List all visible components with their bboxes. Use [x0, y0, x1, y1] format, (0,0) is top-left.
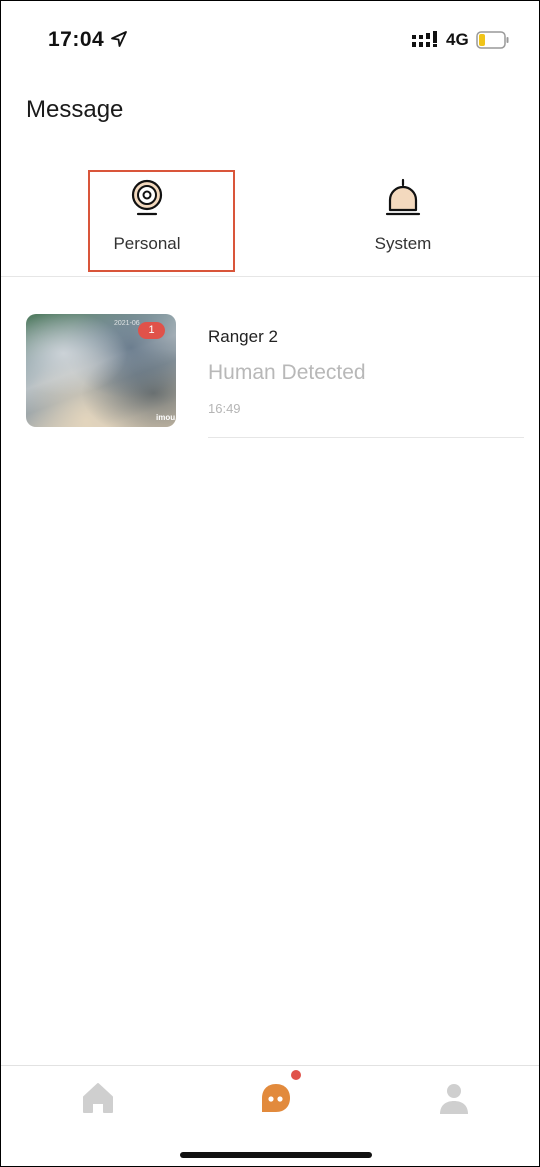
page-title: Message — [26, 96, 124, 123]
battery-icon — [476, 31, 509, 49]
brand-watermark: imou — [156, 413, 176, 422]
home-indicator[interactable] — [180, 1152, 372, 1158]
bottom-nav — [0, 1066, 540, 1166]
tab-system[interactable]: System — [328, 168, 478, 276]
location-arrow-icon — [111, 31, 127, 47]
list-item[interactable]: 2021-06 1 imou Ranger 2 Human Detected 1… — [0, 300, 540, 440]
message-thumbnail[interactable]: 2021-06 1 imou — [26, 314, 176, 427]
selection-highlight — [88, 170, 235, 272]
tab-system-label: System — [374, 234, 432, 253]
home-icon[interactable] — [78, 1078, 118, 1118]
thumbnail-timestamp: 2021-06 — [114, 320, 140, 327]
notification-dot — [291, 1070, 301, 1080]
user-icon[interactable] — [434, 1078, 474, 1118]
count-badge: 1 — [138, 322, 165, 339]
message-device-name: Ranger 2 — [208, 327, 278, 346]
tabs-divider — [0, 276, 540, 277]
list-divider — [208, 437, 524, 438]
status-bar: 17:04 4G — [0, 0, 540, 80]
message-time: 16:49 — [208, 401, 241, 416]
network-label: 4G — [446, 30, 469, 49]
status-time: 17:04 — [48, 28, 105, 51]
message-event: Human Detected — [208, 361, 366, 384]
chat-bubble-icon[interactable] — [256, 1078, 296, 1118]
signal-icon — [412, 31, 437, 47]
message-tabs: Personal System — [0, 168, 540, 276]
bell-icon — [385, 178, 421, 216]
